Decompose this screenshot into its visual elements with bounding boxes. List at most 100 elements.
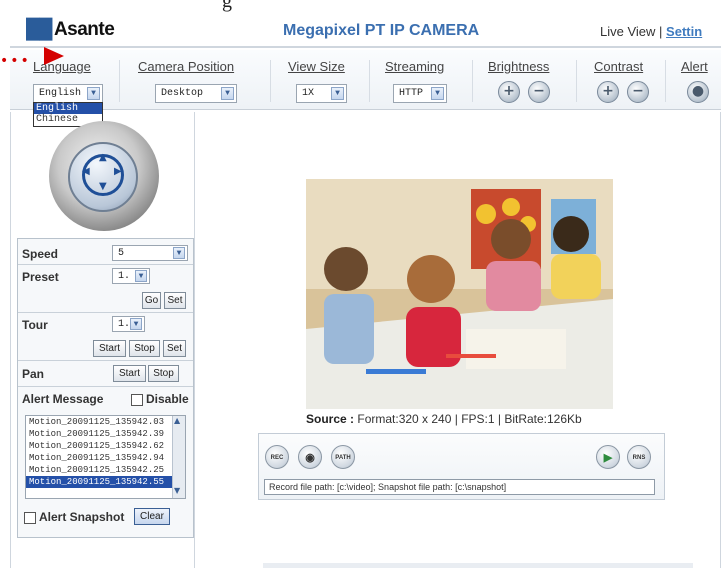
list-item[interactable]: Motion_20091125_135942.03 (26, 416, 185, 428)
path-button[interactable]: PATH (331, 445, 355, 469)
chevron-down-icon: ▼ (87, 87, 100, 100)
contrast-plus-button[interactable]: + (597, 81, 619, 103)
preset-select[interactable]: 1. ▼ (112, 268, 150, 284)
pan-start-button[interactable]: Start (113, 365, 146, 382)
chevron-down-icon: ▼ (331, 87, 344, 100)
tab-divider (270, 60, 271, 102)
alert-snapshot-checkbox[interactable] (24, 512, 36, 524)
stream-source-info: Source : Format:320 x 240 | FPS:1 | BitR… (306, 412, 582, 426)
annotation-dots: ••• (0, 53, 31, 69)
list-item[interactable]: Motion_20091125_135942.62 (26, 440, 185, 452)
video-frame-illustration (306, 179, 613, 409)
arrow-right-icon[interactable]: ▶ (114, 166, 122, 177)
divider (18, 386, 193, 387)
alert-icon: ● (691, 83, 705, 99)
divider (18, 312, 193, 313)
chevron-down-icon: ▼ (173, 247, 185, 259)
brightness-plus-button[interactable]: + (498, 81, 520, 103)
tab-streaming[interactable]: Streaming (385, 59, 444, 74)
preset-set-button[interactable]: Set (164, 292, 186, 309)
speed-label: Speed (22, 247, 59, 261)
preset-go-button[interactable]: Go (142, 292, 161, 309)
bottom-strip (263, 563, 693, 568)
clear-button[interactable]: Clear (134, 508, 170, 525)
alert-list-scrollbar[interactable]: ▲ ▼ (172, 416, 185, 498)
ptz-direction-icon[interactable]: ▲ ▼ ◀ ▶ (82, 152, 124, 196)
arrow-down-icon[interactable]: ▼ (99, 181, 107, 192)
brightness-minus-button[interactable]: − (528, 81, 550, 103)
tab-brightness[interactable]: Brightness (488, 59, 549, 74)
tour-label: Tour (22, 318, 48, 332)
camera-icon: ◉ (305, 452, 315, 464)
file-path-field: Record file path: [c:\video]; Snapshot f… (264, 479, 655, 495)
chevron-down-icon: ▼ (431, 87, 444, 100)
alert-message-list[interactable]: Motion_20091125_135942.03 Motion_2009112… (25, 415, 186, 499)
divider (18, 360, 193, 361)
view-size-value: 1X (302, 88, 315, 99)
tab-camera-position[interactable]: Camera Position (138, 59, 234, 74)
tour-value: 1. (118, 319, 131, 330)
chevron-down-icon: ▼ (135, 270, 147, 282)
header-divider (10, 46, 721, 48)
live-video-feed (306, 179, 613, 409)
list-item[interactable]: Motion_20091125_135942.94 (26, 452, 185, 464)
source-label: Source : (306, 412, 355, 426)
scroll-up-icon[interactable]: ▲ (174, 416, 180, 425)
tab-view-size[interactable]: View Size (288, 59, 345, 74)
alert-snapshot-label: Alert Snapshot (39, 510, 125, 524)
speed-value: 5 (118, 248, 125, 259)
folder-icon: PATH (335, 455, 351, 461)
language-select[interactable]: English ▼ (33, 84, 103, 103)
language-select-value: English (39, 88, 82, 99)
divider (18, 264, 193, 265)
arrow-left-icon[interactable]: ◀ (82, 166, 90, 177)
tab-divider (119, 60, 120, 102)
rns-icon: RNS (632, 455, 646, 461)
list-item-selected[interactable]: Motion_20091125_135942.55 (26, 476, 185, 488)
chevron-down-icon: ▼ (130, 318, 142, 330)
alert-toggle-button[interactable]: ● (687, 81, 709, 103)
list-item[interactable]: Motion_20091125_135942.39 (26, 428, 185, 440)
record-button[interactable]: REC (265, 445, 289, 469)
rns-button[interactable]: RNS (627, 445, 651, 469)
disable-checkbox[interactable] (131, 394, 143, 406)
tab-divider (369, 60, 370, 102)
list-item[interactable]: Motion_20091125_135942.25 (26, 464, 185, 476)
nav-separator: | (659, 24, 663, 39)
scroll-down-icon[interactable]: ▼ (174, 486, 180, 495)
chevron-down-icon: ▼ (221, 87, 234, 100)
tour-set-button[interactable]: Set (163, 340, 186, 357)
tab-alert[interactable]: Alert (681, 59, 708, 74)
top-nav: Live View | Settin (600, 24, 702, 39)
alert-message-label: Alert Message (22, 392, 104, 406)
page-title: Megapixel PT IP CAMERA (283, 22, 480, 39)
live-view-link[interactable]: Live View (600, 24, 655, 39)
arrow-up-icon[interactable]: ▲ (99, 152, 107, 163)
tab-divider (576, 60, 577, 102)
source-details: Format:320 x 240 | FPS:1 | BitRate:126Kb (357, 412, 582, 426)
streaming-select[interactable]: HTTP ▼ (393, 84, 447, 103)
tab-divider (665, 60, 666, 102)
tour-stop-button[interactable]: Stop (129, 340, 160, 357)
camera-position-value: Desktop (161, 88, 204, 99)
speed-select[interactable]: 5 ▼ (112, 245, 188, 261)
speaker-icon: ▶ (603, 452, 613, 464)
record-icon: REC (270, 455, 284, 461)
audio-button[interactable]: ▶ (596, 445, 620, 469)
asante-logo: ██ Asante (26, 19, 115, 40)
disable-label: Disable (146, 392, 189, 406)
tab-divider (472, 60, 473, 102)
contrast-minus-button[interactable]: − (627, 81, 649, 103)
view-size-select[interactable]: 1X ▼ (296, 84, 347, 103)
tour-start-button[interactable]: Start (93, 340, 126, 357)
camera-position-select[interactable]: Desktop ▼ (155, 84, 237, 103)
preset-value: 1. (118, 271, 131, 282)
settings-link[interactable]: Settin (666, 24, 702, 39)
streaming-value: HTTP (399, 88, 424, 99)
pan-label: Pan (22, 367, 45, 381)
pan-stop-button[interactable]: Stop (148, 365, 179, 382)
tour-select[interactable]: 1. ▼ (112, 316, 145, 332)
tab-contrast[interactable]: Contrast (594, 59, 643, 74)
snapshot-button[interactable]: ◉ (298, 445, 322, 469)
preset-label: Preset (22, 270, 59, 284)
